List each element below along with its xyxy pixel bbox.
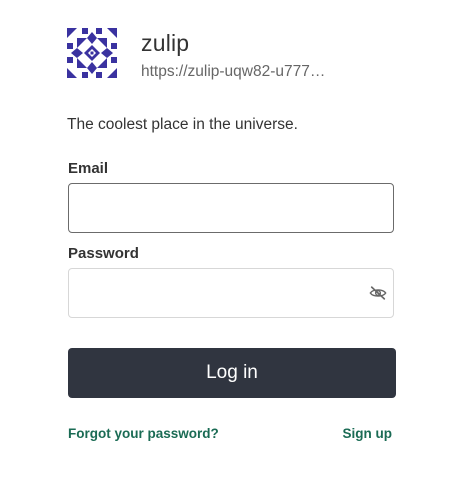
email-input[interactable] [68,183,394,233]
org-name: zulip [141,30,190,56]
org-description: The coolest place in the universe. [67,116,298,133]
org-logo-icon [67,28,117,78]
login-page: zulip https://zulip-uqw82-u777… The cool… [0,0,460,477]
password-label: Password [68,245,139,262]
eye-slash-icon[interactable] [369,284,387,302]
password-field [68,268,394,318]
login-button[interactable]: Log in [68,348,396,398]
email-label: Email [68,160,109,177]
forgot-password-link[interactable]: Forgot your password? [68,426,219,441]
password-input[interactable] [68,268,394,318]
org-url: https://zulip-uqw82-u777… [141,63,326,80]
org-info: zulip https://zulip-uqw82-u777… [141,29,341,81]
sign-up-link[interactable]: Sign up [343,426,393,441]
org-header: zulip https://zulip-uqw82-u777… [67,28,341,81]
